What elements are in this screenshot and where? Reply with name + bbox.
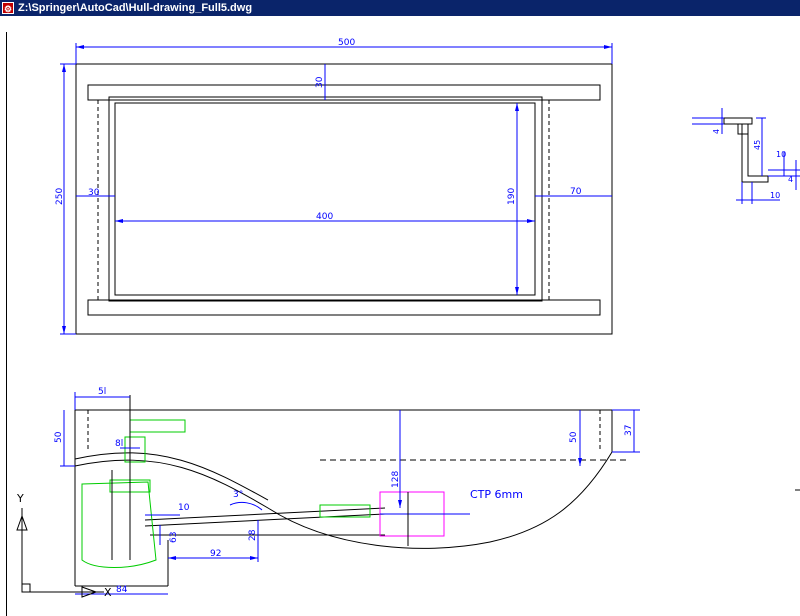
dim-label-128: 128 [391, 471, 401, 488]
hull-bottom-curve [74, 451, 613, 549]
window-title: Z:\Springer\AutoCad\Hull-drawing_Full5.d… [18, 2, 253, 14]
dim-label-37: 37 [624, 425, 634, 436]
arrowhead [515, 287, 519, 295]
drawing-canvas[interactable]: 500 250 30 30 400 190 70 4 45 10 4 10 5l… [0, 16, 800, 616]
dim-label-3deg: 3° [233, 490, 243, 500]
viewport-left-edge [6, 32, 7, 616]
top-view [75, 63, 613, 335]
detail-dim-labels: 4 45 10 4 10 [712, 129, 793, 200]
arrowhead [398, 500, 402, 508]
ucs-icon [16, 508, 104, 598]
side-view-dimensions [60, 392, 640, 595]
dim-label-45: 45 [753, 140, 762, 150]
hull-outline [75, 63, 613, 335]
arrowhead [62, 64, 66, 72]
arrowhead [515, 103, 519, 111]
dim-label-250: 250 [55, 188, 65, 205]
arrowhead [527, 219, 535, 223]
dim-label-63: 63 [169, 532, 179, 543]
arrowhead [250, 556, 258, 560]
top-view-dim-labels: 500 250 30 30 400 190 70 [55, 38, 582, 222]
ucs-y-label: Y [16, 492, 24, 505]
prop-shaft-lower [144, 513, 386, 527]
dim-label-10: 10 [178, 503, 190, 513]
dim-label-4-right: 4 [788, 175, 793, 184]
dim-label-10-bottom: 10 [770, 191, 780, 200]
ucs-labels: Y X [16, 492, 112, 599]
dim-label-190: 190 [507, 188, 517, 205]
autocad-app-icon[interactable]: ⚙ [2, 2, 14, 14]
top-frame-rail [87, 84, 601, 101]
dim-label-4: 4 [712, 129, 721, 134]
arrowhead [604, 45, 612, 49]
window-title-bar: ⚙ Z:\Springer\AutoCad\Hull-drawing_Full5… [0, 0, 800, 16]
dim-label-50-right: 50 [569, 431, 579, 443]
rudder-tiller [129, 419, 186, 433]
side-view-dim-labels: 5l 50 8l 10 3° 63 28 92 128 50 37 84 CTP… [54, 387, 634, 595]
dim-label-92: 92 [210, 549, 221, 559]
arrowhead [115, 219, 123, 223]
bottom-frame-rail [87, 299, 601, 316]
dim-label-30-top: 30 [315, 76, 325, 88]
inner-frame-outer [108, 96, 543, 302]
side-view [74, 409, 630, 587]
rudder-mount [124, 436, 146, 463]
dim-label-8: 8l [115, 439, 123, 449]
dim-label-51: 5l [98, 387, 106, 397]
top-view-dimensions [60, 43, 613, 335]
motor-assembly [379, 491, 470, 537]
dim-label-84: 84 [116, 585, 128, 595]
arrowhead [62, 326, 66, 334]
ucs-x-label: X [104, 586, 112, 599]
cad-drawing: 500 250 30 30 400 190 70 4 45 10 4 10 5l… [16, 38, 800, 599]
profile-lip [737, 123, 749, 135]
dim-label-10-vertical: 10 [776, 150, 786, 159]
arrowhead [76, 45, 84, 49]
arrowhead [168, 556, 176, 560]
ctp-label: CTP 6mm [470, 488, 523, 501]
dim-label-500: 500 [338, 38, 355, 48]
arrowhead [578, 458, 582, 466]
dim-arc-3deg [229, 501, 263, 511]
dim-label-50-left: 50 [54, 431, 64, 443]
dim-label-28: 28 [248, 529, 258, 541]
rudder-blade [81, 481, 157, 568]
rudder-assembly [81, 419, 371, 568]
dim-label-30-side: 30 [88, 188, 100, 198]
dim-label-400: 400 [316, 212, 333, 222]
inner-frame-inner [114, 102, 536, 296]
dim-label-70: 70 [570, 187, 582, 197]
ucs-origin-box [21, 583, 31, 593]
